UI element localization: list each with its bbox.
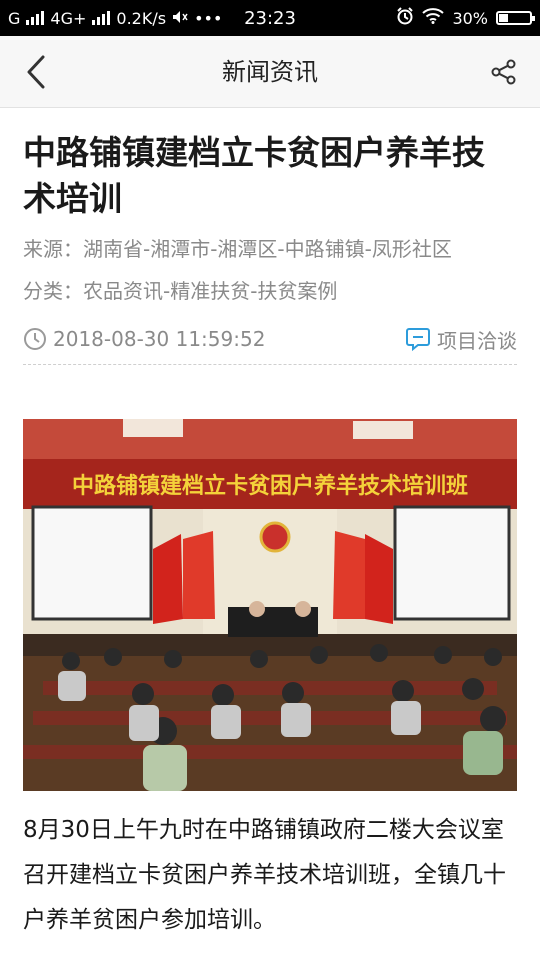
nav-bar: 新闻资讯 [0, 36, 540, 108]
photo-banner-text: 中路铺镇建档立卡贫困户养羊技术培训班 [72, 473, 468, 499]
project-negotiation-label: 项目洽谈 [437, 328, 517, 353]
article-title: 中路铺镇建档立卡贫困户养羊技术培训 [23, 133, 485, 218]
article-meta-row: 2018-08-30 11:59:52 项目洽谈 [23, 322, 517, 365]
article-source: 来源：湖南省-湘潭市-湘潭区-中路铺镇-凤形社区 [23, 237, 452, 261]
alarm-icon [396, 7, 414, 29]
battery-icon [496, 11, 535, 25]
article-body: 8月30日上午九时在中路铺镇政府二楼大会议室召开建档立卡贫困户养羊技术培训班，全… [23, 817, 506, 933]
chat-bubble-icon [406, 328, 430, 352]
article-header: 中路铺镇建档立卡贫困户养羊技术培训 来源：湖南省-湘潭市-湘潭区-中路铺镇-凤形… [23, 108, 517, 365]
share-icon [491, 59, 516, 85]
project-negotiation-link[interactable]: 项目洽谈 [405, 325, 517, 354]
carrier-label: G [8, 8, 21, 28]
more-indicator: ••• [194, 8, 223, 28]
network-label: 4G+ [50, 8, 87, 28]
projector-screen-right [393, 505, 511, 621]
article-photo: 中路铺镇建档立卡贫困户养羊技术培训班 [23, 419, 517, 791]
network-speed: 0.2K/s [116, 8, 167, 28]
publish-date-text: 2018-08-30 11:59:52 [53, 327, 266, 351]
publish-date: 2018-08-30 11:59:52 [23, 327, 265, 351]
page-title: 新闻资讯 [222, 58, 318, 86]
projector-screen-left [31, 505, 153, 621]
share-button[interactable] [488, 56, 520, 88]
battery-percent: 30% [452, 8, 488, 28]
signal-icon [26, 11, 45, 25]
status-bar: G 4G+ 0.2K/s ••• 23:23 30% [0, 0, 540, 36]
wifi-icon [422, 8, 445, 28]
clock-icon [24, 328, 46, 350]
signal-icon-2 [92, 11, 111, 25]
article-category: 分类：农品资讯-精准扶贫-扶贫案例 [23, 279, 338, 303]
mute-icon [172, 9, 188, 28]
national-emblem [259, 521, 291, 553]
status-left: G 4G+ 0.2K/s ••• [8, 9, 396, 28]
status-right: 30% [396, 7, 535, 29]
